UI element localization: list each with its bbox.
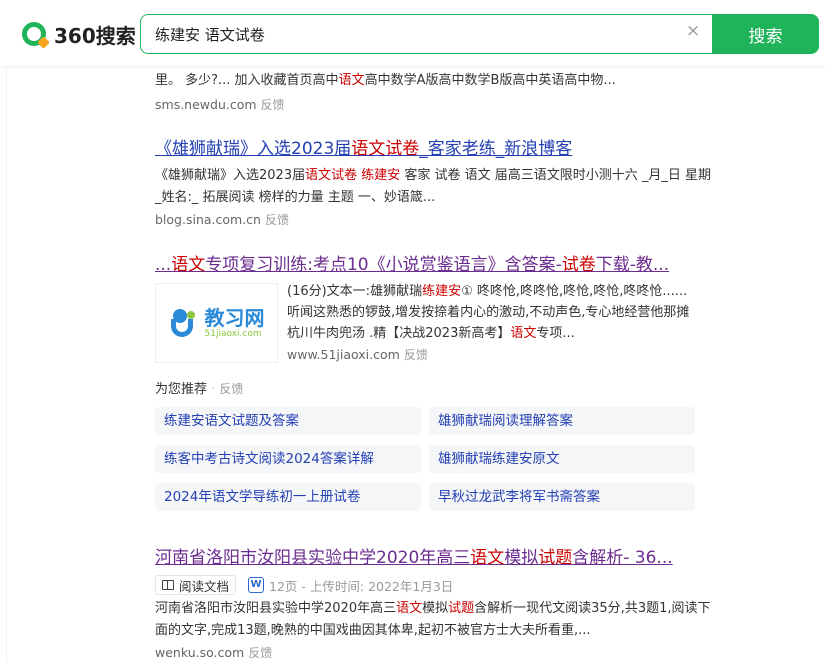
- read-document-badge[interactable]: 阅读文档: [155, 575, 237, 595]
- result-url[interactable]: wenku.so.com: [155, 645, 244, 660]
- search-result: ...语文专项复习训练:考点10《小说赏鉴语言》含答案-试卷下载-教... 教习…: [155, 253, 715, 373]
- feedback-link[interactable]: 反馈: [404, 348, 428, 362]
- result-snippet: (16分)文本一:雄狮献瑞练建安① 咚咚怆,咚咚怆,咚怆,咚怆,咚咚怆.....…: [287, 284, 690, 341]
- feedback-link[interactable]: 反馈: [261, 98, 285, 112]
- result-snippet: 里。 多少?... 加入收藏首页高中语文高中数学A版高中数学B版高中英语高中物.…: [155, 73, 616, 88]
- feedback-link[interactable]: 反馈: [219, 382, 243, 396]
- search-input[interactable]: [155, 15, 675, 53]
- result-title-link[interactable]: ...语文专项复习训练:考点10《小说赏鉴语言》含答案-试卷下载-教...: [155, 253, 695, 277]
- logo-ring-icon: [22, 22, 46, 46]
- result-snippet: 《雄狮献瑞》入选2023届语文试卷 练建安 客家 试卷 语文 届高三语文限时小测…: [155, 168, 712, 205]
- search-header: 360搜索 × 搜索: [0, 0, 825, 66]
- result-snippet: 河南省洛阳市汝阳县实验中学2020年高三语文模拟试题含解析一现代文阅读35分,共…: [155, 601, 711, 638]
- recommend-item[interactable]: 雄狮献瑞阅读理解答案: [429, 407, 695, 435]
- result-url[interactable]: blog.sina.com.cn: [155, 212, 261, 227]
- search-result: 《雄狮献瑞》入选2023届语文试卷_客家老练_新浪博客 《雄狮献瑞》入选2023…: [155, 137, 715, 228]
- recommend-item[interactable]: 早秋过龙武李将军书斋答案: [429, 483, 695, 511]
- word-doc-icon: W: [248, 577, 265, 593]
- result-url-row: wenku.so.com 反馈: [155, 644, 715, 661]
- result-url-row: sms.newdu.com 反馈: [155, 94, 715, 116]
- result-title-link[interactable]: 河南省洛阳市汝阳县实验中学2020年高三语文模拟试题含解析- 36...: [155, 546, 695, 570]
- search-result: 河南省洛阳市汝阳县实验中学2020年高三语文模拟试题含解析- 36... 阅读文…: [155, 546, 715, 661]
- doc-meta: 12页 - 上传时间: 2022年1月3日: [269, 578, 454, 594]
- search-box: [140, 14, 712, 54]
- logo-text: 360搜索: [54, 23, 136, 48]
- result-url[interactable]: www.51jiaoxi.com: [287, 347, 400, 362]
- book-icon: [162, 580, 174, 590]
- recommend-item[interactable]: 练建安语文试题及答案: [155, 407, 421, 435]
- result-url-row: blog.sina.com.cn 反馈: [155, 211, 715, 228]
- result-title-link[interactable]: 《雄狮献瑞》入选2023届语文试卷_客家老练_新浪博客: [155, 137, 715, 161]
- clear-icon[interactable]: ×: [686, 23, 700, 40]
- result-meta-row: 阅读文档 W 12页 - 上传时间: 2022年1月3日: [155, 574, 715, 596]
- feedback-link[interactable]: 反馈: [265, 213, 289, 227]
- feedback-link[interactable]: 反馈: [248, 646, 272, 660]
- result-body: (16分)文本一:雄狮献瑞练建安① 咚咚怆,咚咚怆,咚怆,咚怆,咚咚怆.....…: [287, 281, 697, 363]
- left-gutter: [6, 66, 7, 663]
- thumb-title: 教习网: [204, 305, 265, 330]
- result-thumbnail[interactable]: 教习网 51jiaoxi.com: [155, 283, 278, 363]
- site-logo[interactable]: 360搜索: [22, 20, 136, 48]
- result-url[interactable]: sms.newdu.com: [155, 97, 257, 112]
- recommend-item[interactable]: 雄狮献瑞练建安原文: [429, 445, 695, 473]
- partial-result: 里。 多少?... 加入收藏首页高中语文高中数学A版高中数学B版高中英语高中物.…: [155, 70, 715, 116]
- recommend-label: 为您推荐: [155, 382, 208, 397]
- recommend-item[interactable]: 练客中考古诗文阅读2024答案详解: [155, 445, 421, 473]
- result-url-row: www.51jiaoxi.com 反馈: [287, 346, 697, 363]
- search-button[interactable]: 搜索: [712, 14, 819, 54]
- recommend-item[interactable]: 2024年语文学导练初一上册试卷: [155, 483, 421, 511]
- recommend-header: 为您推荐 · 反馈: [155, 382, 244, 397]
- jiaoxi-logo-icon: [169, 307, 201, 339]
- thumb-subtitle: 51jiaoxi.com: [204, 328, 262, 339]
